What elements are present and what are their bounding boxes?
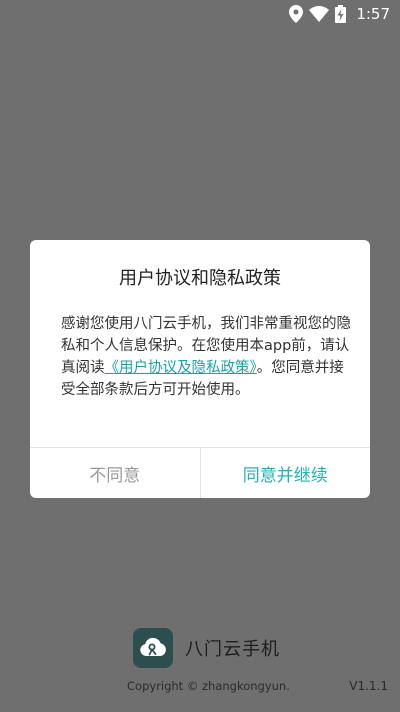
location-icon [289, 5, 304, 23]
status-icons: 1:57 [289, 4, 390, 24]
battery-charging-icon [335, 5, 347, 23]
version-text: V1.1.1 [349, 679, 388, 693]
privacy-dialog: 用户协议和隐私政策 感谢您使用八门云手机，我们非常重视您的隐私和个人信息保护。在… [30, 240, 370, 498]
disagree-button[interactable]: 不同意 [30, 448, 201, 498]
policy-link[interactable]: 《用户协议及隐私政策》 [105, 360, 257, 376]
dialog-title: 用户协议和隐私政策 [119, 268, 281, 289]
status-bar: 1:57 [0, 0, 400, 28]
status-time: 1:57 [356, 5, 390, 23]
wifi-icon [309, 6, 330, 22]
app-name: 八门云手机 [185, 639, 280, 660]
copyright-text: Copyright © zhangkongyun. [127, 679, 290, 693]
dialog-actions: 不同意 同意并继续 [30, 447, 370, 498]
app-brand: 八门云手机 [133, 628, 280, 668]
dialog-body: 感谢您使用八门云手机，我们非常重视您的隐私和个人信息保护。在您使用本app前，请… [61, 313, 351, 401]
agree-continue-button[interactable]: 同意并继续 [201, 448, 371, 498]
cloud-logo-icon [133, 628, 173, 668]
